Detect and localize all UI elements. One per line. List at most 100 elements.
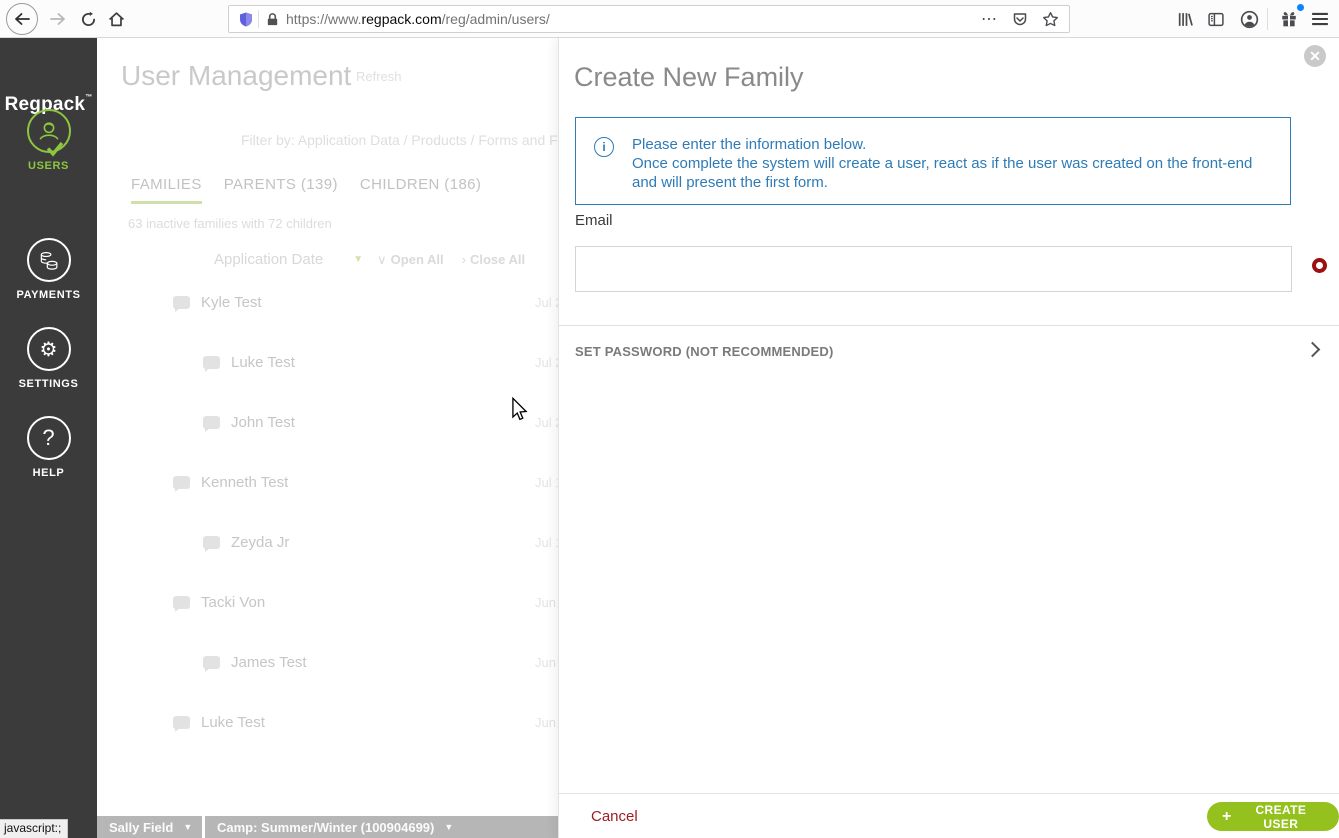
inactive-families-note: 63 inactive families with 72 children bbox=[128, 216, 332, 231]
account-icon[interactable] bbox=[1236, 7, 1262, 31]
tab-children[interactable]: CHILDREN (186) bbox=[360, 176, 481, 204]
sidebar-item-payments[interactable]: PAYMENTS bbox=[0, 238, 97, 301]
application-date: Jul 2 bbox=[535, 355, 558, 370]
pocket-icon[interactable] bbox=[1012, 11, 1028, 27]
list-item[interactable]: James Test Jun 30 bbox=[97, 632, 558, 692]
family-name: Luke Test bbox=[231, 354, 295, 371]
cancel-button[interactable]: Cancel bbox=[591, 808, 638, 825]
sidebar-item-label: HELP bbox=[0, 467, 97, 479]
family-name: James Test bbox=[231, 654, 307, 671]
page-actions-icon[interactable]: ⋯ bbox=[981, 9, 998, 29]
payments-coins-icon bbox=[27, 238, 71, 282]
close-all-button[interactable]: ›Close All bbox=[462, 252, 526, 267]
info-message-text: Please enter the information below. Once… bbox=[632, 135, 1276, 204]
arrow-right-icon bbox=[49, 11, 67, 27]
chevron-open-icon: ∨ bbox=[377, 252, 387, 267]
footer-divider bbox=[559, 793, 1339, 794]
urlbar-divider bbox=[258, 10, 259, 28]
modal-title: Create New Family bbox=[574, 62, 804, 93]
create-new-family-modal: Create New Family ✕ i Please enter the i… bbox=[558, 38, 1339, 838]
menu-hamburger-icon[interactable] bbox=[1307, 7, 1333, 31]
arrow-left-icon bbox=[13, 11, 31, 27]
chevron-close-icon: › bbox=[462, 252, 466, 267]
chat-bubble-icon bbox=[203, 656, 220, 669]
app-sidebar: Regpack™ USERS PAYMENTS ⚙ SETTINGS ? HEL… bbox=[0, 38, 97, 838]
home-button[interactable] bbox=[100, 3, 132, 35]
sidebar-item-users[interactable]: USERS bbox=[0, 109, 97, 172]
email-label: Email bbox=[575, 212, 613, 229]
library-icon[interactable] bbox=[1172, 7, 1198, 31]
info-icon: i bbox=[594, 137, 614, 157]
list-controls: Application Date ▼ ∨Open All ›Close All bbox=[214, 251, 543, 268]
chevron-down-icon: ▼ bbox=[444, 822, 453, 832]
application-date: Jun 30 bbox=[535, 655, 558, 670]
application-date: Jun 26 bbox=[535, 715, 558, 730]
sidebar-item-label: USERS bbox=[0, 160, 97, 172]
list-item[interactable]: Kyle TestJul 2 bbox=[97, 272, 558, 332]
tab-families[interactable]: FAMILIES bbox=[131, 176, 202, 204]
family-name: Kenneth Test bbox=[201, 474, 288, 491]
family-name: John Test bbox=[231, 414, 295, 431]
user-management-page: User Management Refresh Filter by: Appli… bbox=[97, 38, 558, 838]
page-title: User Management bbox=[121, 60, 351, 92]
chat-bubble-icon bbox=[173, 716, 190, 729]
help-question-icon: ? bbox=[27, 416, 71, 460]
bottom-context-bar: Sally Field▼ Camp: Summer/Winter (100904… bbox=[97, 816, 558, 838]
whats-new-gift-icon[interactable] bbox=[1276, 7, 1302, 31]
sort-dropdown[interactable]: Application Date bbox=[214, 251, 323, 268]
browser-toolbar: https://www.regpack.com/reg/admin/users/… bbox=[0, 0, 1339, 38]
chevron-down-icon: ▼ bbox=[183, 822, 192, 832]
chat-bubble-icon bbox=[173, 596, 190, 609]
required-field-icon bbox=[1312, 258, 1327, 273]
application-date: Jul 1 bbox=[535, 535, 558, 550]
chevron-down-icon[interactable]: ▼ bbox=[353, 254, 363, 265]
list-item[interactable]: John TestJul 2 bbox=[97, 392, 558, 452]
list-item[interactable]: Luke Test Jul 2 bbox=[97, 332, 558, 392]
open-all-button[interactable]: ∨Open All bbox=[377, 252, 443, 268]
status-bar-link-preview: javascript:; bbox=[0, 819, 68, 838]
section-divider bbox=[559, 325, 1339, 326]
chat-bubble-icon bbox=[203, 536, 220, 549]
plus-icon: + bbox=[1222, 808, 1232, 826]
list-item[interactable]: Zeyda Jr Jul 1 bbox=[97, 512, 558, 572]
toolbar-divider bbox=[1267, 8, 1268, 30]
chat-bubble-icon bbox=[203, 416, 220, 429]
chat-bubble-icon bbox=[203, 356, 220, 369]
application-date: Jun 30 bbox=[535, 595, 558, 610]
list-item[interactable]: Kenneth Test Jul 1 bbox=[97, 452, 558, 512]
url-bar[interactable]: https://www.regpack.com/reg/admin/users/… bbox=[228, 5, 1070, 33]
family-name: Tacki Von bbox=[201, 594, 265, 611]
project-selector[interactable]: Camp: Summer/Winter (100904699)▼ bbox=[205, 816, 558, 838]
list-item[interactable]: Tacki Von Jun 30 bbox=[97, 572, 558, 632]
application-date: Jul 1 bbox=[535, 475, 558, 490]
settings-gear-icon: ⚙ bbox=[27, 327, 71, 371]
users-icon bbox=[27, 109, 71, 153]
family-name: Zeyda Jr bbox=[231, 534, 289, 551]
email-field[interactable] bbox=[575, 246, 1292, 292]
sidebars-icon[interactable] bbox=[1203, 7, 1229, 31]
info-message-box: i Please enter the information below. On… bbox=[575, 117, 1291, 205]
list-item[interactable]: Luke Test Jun 26 bbox=[97, 692, 558, 752]
tracking-protection-shield-icon[interactable] bbox=[238, 11, 254, 28]
lock-icon[interactable] bbox=[265, 12, 280, 27]
forward-button[interactable] bbox=[42, 3, 74, 35]
family-name: Kyle Test bbox=[201, 294, 262, 311]
refresh-link[interactable]: Refresh bbox=[356, 69, 402, 84]
sidebar-item-settings[interactable]: ⚙ SETTINGS bbox=[0, 327, 97, 390]
sidebar-item-label: PAYMENTS bbox=[0, 289, 97, 301]
back-button[interactable] bbox=[6, 3, 38, 35]
tab-parents[interactable]: PARENTS (139) bbox=[224, 176, 338, 204]
family-name: Luke Test bbox=[201, 714, 265, 731]
filter-by-links[interactable]: Filter by: Application Data / Products /… bbox=[241, 132, 558, 148]
family-list: Kyle TestJul 2Luke TestJul 2John TestJul… bbox=[97, 272, 558, 752]
bookmark-star-icon[interactable] bbox=[1042, 11, 1059, 28]
create-user-button[interactable]: + CREATE USER bbox=[1207, 802, 1339, 831]
sidebar-item-label: SETTINGS bbox=[0, 378, 97, 390]
chat-bubble-icon bbox=[173, 476, 190, 489]
set-password-toggle[interactable]: SET PASSWORD (NOT RECOMMENDED) bbox=[575, 344, 834, 359]
chevron-right-icon[interactable] bbox=[1305, 342, 1321, 358]
url-text[interactable]: https://www.regpack.com/reg/admin/users/ bbox=[286, 11, 981, 27]
sidebar-item-help[interactable]: ? HELP bbox=[0, 416, 97, 479]
close-icon[interactable]: ✕ bbox=[1304, 45, 1326, 67]
admin-selector[interactable]: Sally Field▼ bbox=[97, 816, 202, 838]
